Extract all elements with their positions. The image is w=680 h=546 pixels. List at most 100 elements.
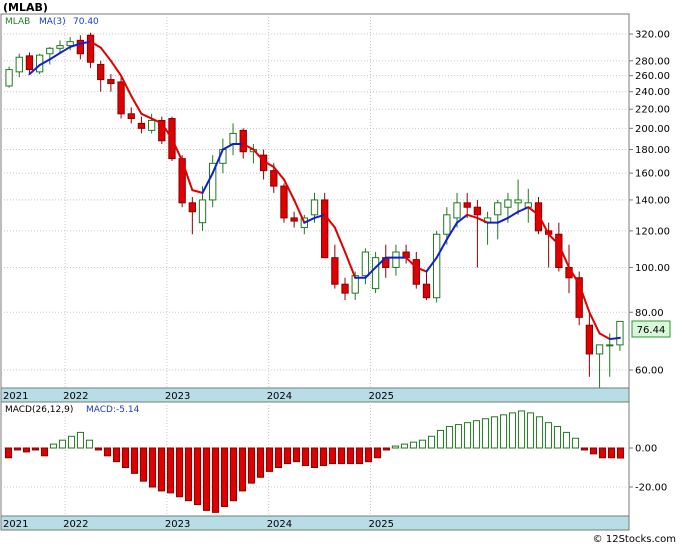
price-y-tick-label: 120.00 — [635, 226, 670, 237]
macd-bar — [481, 418, 490, 449]
candle-body — [422, 283, 431, 299]
macd-legend-params: MACD(26,12,9) — [5, 405, 73, 415]
candle-body — [25, 55, 34, 71]
macd-bar — [220, 447, 229, 507]
macd-bar — [562, 431, 571, 449]
candle-body — [341, 283, 349, 294]
candle-body — [361, 251, 370, 277]
macd-bar — [283, 447, 292, 465]
price-y-tick-label: 220.00 — [635, 105, 670, 116]
price-x-tick-label: 2022 — [63, 391, 88, 402]
price-y-tick-label: 60.00 — [635, 366, 664, 377]
macd-bar — [130, 447, 139, 474]
price-x-tick-label: 2023 — [165, 391, 190, 402]
chart-title: (MLAB) — [3, 1, 48, 14]
macd-legend-value: MACD:-5.14 — [86, 405, 140, 415]
macd-bar — [139, 447, 148, 482]
candle-body — [66, 41, 74, 47]
candle-body — [321, 199, 329, 259]
candle — [209, 155, 217, 208]
price-y-tick-label: 80.00 — [635, 308, 664, 319]
macd-bar — [463, 422, 472, 449]
macd-bar — [256, 447, 265, 478]
macd-bar — [247, 447, 256, 484]
candle-body — [147, 119, 156, 131]
macd-bar — [103, 447, 112, 457]
macd-bar — [607, 447, 616, 459]
macd-bar — [553, 426, 562, 449]
candle-body — [188, 202, 196, 213]
macd-bar — [85, 439, 94, 449]
candle-body — [606, 344, 614, 347]
macd-bar — [454, 424, 463, 449]
candle-body — [310, 199, 319, 216]
legend-ma-label: MA(3) — [39, 17, 66, 27]
macd-bar — [292, 447, 301, 463]
candle-body — [117, 81, 125, 115]
macd-y-tick-label: -20.00 — [635, 483, 667, 494]
candle-body — [137, 122, 146, 129]
macd-bar — [13, 447, 22, 451]
macd-bar — [616, 447, 625, 459]
candle-body — [46, 47, 54, 55]
price-y-tick-label: 240.00 — [635, 87, 670, 98]
price-x-tick-label: 2025 — [368, 391, 393, 402]
candle-body — [494, 202, 502, 216]
watermark: © 12Stocks.com — [593, 534, 676, 545]
candle-body — [107, 79, 115, 85]
candle-body — [127, 113, 135, 120]
price-y-tick-label: 160.00 — [635, 169, 670, 180]
candle — [371, 252, 380, 294]
macd-bar — [418, 439, 427, 449]
stock-chart: 60.00 80.00 100.00 120.00 140.00 160.00 180.00… — [0, 1, 676, 545]
macd-bar — [490, 416, 499, 449]
macd-bar — [301, 447, 310, 467]
candle — [117, 77, 125, 119]
macd-bar — [184, 447, 193, 502]
legend-symbol: MLAB — [5, 17, 30, 27]
macd-bar — [328, 447, 337, 465]
macd-bar — [517, 410, 526, 449]
macd-bar — [355, 447, 364, 465]
candle-body — [616, 320, 624, 346]
macd-x-tick-label: 2021 — [3, 519, 28, 530]
price-y-tick-label: 180.00 — [635, 145, 670, 156]
candle-body — [595, 344, 604, 355]
candle — [158, 116, 166, 144]
macd-bar — [202, 447, 211, 511]
macd-bar — [67, 435, 76, 449]
macd-bar — [157, 447, 166, 492]
price-x-tick-label: 2024 — [267, 391, 292, 402]
candle-body — [331, 257, 339, 285]
macd-x-tick-label: 2025 — [368, 519, 393, 530]
macd-bar — [391, 445, 400, 449]
price-y-tick-label: 260.00 — [635, 71, 670, 82]
macd-bar — [58, 439, 67, 449]
macd-bar — [364, 447, 373, 463]
candle-body — [463, 202, 471, 208]
candle-body — [585, 324, 594, 355]
macd-bar — [598, 447, 607, 459]
macd-bar — [238, 447, 247, 492]
candle-body — [97, 63, 105, 81]
macd-bar — [229, 447, 238, 502]
macd-bar — [427, 435, 436, 449]
candle-body — [392, 251, 400, 268]
candle — [5, 66, 13, 88]
macd-bar — [274, 447, 283, 468]
macd-bar — [94, 447, 103, 451]
macd-y-axis: 0.00 -20.00 — [629, 444, 667, 494]
candle-body — [504, 199, 512, 208]
candle-body — [514, 199, 522, 204]
price-y-tick-label: 140.00 — [635, 195, 670, 206]
macd-bar — [166, 447, 175, 494]
macd-x-tick-label: 2024 — [267, 519, 292, 530]
price-x-tick-label: 2021 — [3, 391, 28, 402]
macd-bar — [436, 429, 445, 449]
macd-bar — [193, 447, 202, 506]
macd-bar — [400, 443, 409, 449]
macd-bar — [265, 447, 274, 472]
macd-bar — [409, 441, 418, 449]
macd-bar — [580, 447, 589, 451]
macd-bar — [40, 447, 49, 457]
